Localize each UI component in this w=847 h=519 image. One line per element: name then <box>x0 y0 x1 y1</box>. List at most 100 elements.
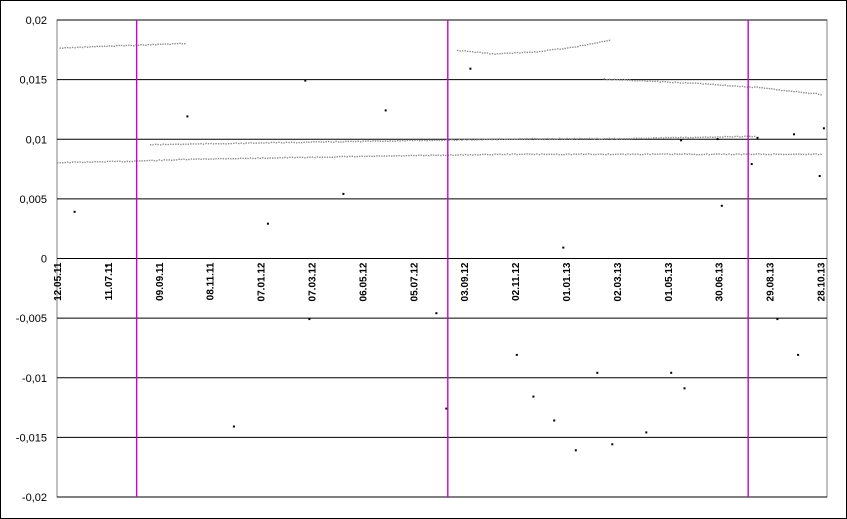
data-point <box>267 157 269 159</box>
data-point <box>471 51 474 53</box>
data-point <box>398 154 400 157</box>
data-point <box>140 44 142 46</box>
x-tick-label: 28.10.13 <box>817 262 828 301</box>
data-point <box>667 81 669 83</box>
data-point <box>731 136 734 138</box>
data-point <box>441 139 443 142</box>
y-tick-label: 0,02 <box>26 15 47 27</box>
data-point <box>793 91 795 93</box>
data-point <box>334 156 336 158</box>
data-point <box>734 135 736 138</box>
data-point <box>820 94 822 96</box>
data-point <box>451 139 453 141</box>
data-point <box>496 53 499 55</box>
data-point <box>288 141 290 144</box>
data-point <box>382 140 384 143</box>
data-point <box>640 137 643 139</box>
data-point <box>335 140 337 143</box>
data-point <box>802 153 805 156</box>
data-point <box>286 157 289 159</box>
data-point <box>610 153 612 156</box>
data-point <box>808 92 810 95</box>
data-point <box>262 157 264 159</box>
data-point <box>699 136 702 139</box>
data-point <box>461 139 463 141</box>
data-point <box>680 139 683 142</box>
data-point <box>176 43 179 45</box>
data-point <box>726 136 729 138</box>
data-point <box>652 153 654 155</box>
data-point <box>648 137 650 139</box>
data-point <box>553 419 556 422</box>
data-point <box>476 139 478 141</box>
data-point <box>788 90 790 92</box>
data-point <box>675 136 677 139</box>
data-point <box>773 88 776 90</box>
data-point <box>750 153 753 156</box>
data-point <box>634 153 637 155</box>
data-point <box>474 51 476 54</box>
data-point <box>284 156 286 159</box>
data-point <box>131 160 133 163</box>
data-point <box>583 153 585 155</box>
data-point <box>744 86 746 88</box>
data-point <box>147 43 149 46</box>
x-tick-label: 30.06.13 <box>715 262 726 301</box>
data-point <box>607 153 609 155</box>
scatter-chart: 0,02 0,015 0,01 0,005 0 -0,005 -0,01 -0,015 -0,0… <box>16 15 828 504</box>
data-point <box>300 142 303 144</box>
data-point <box>225 158 227 160</box>
data-point <box>106 264 108 267</box>
data-point <box>569 138 571 140</box>
data-point <box>707 136 709 139</box>
data-point <box>111 160 114 162</box>
data-point <box>736 135 739 137</box>
data-point <box>741 136 744 138</box>
data-point <box>608 137 611 140</box>
data-point <box>395 155 398 157</box>
data-point <box>210 158 212 160</box>
data-point <box>227 157 229 160</box>
data-point <box>336 156 338 158</box>
data-point <box>546 137 548 140</box>
data-point <box>624 153 627 156</box>
data-point <box>69 47 71 49</box>
data-point <box>415 154 417 157</box>
data-point <box>724 84 726 86</box>
data-point <box>810 92 812 95</box>
data-point <box>714 136 716 138</box>
data-point <box>733 153 735 156</box>
data-point <box>394 140 396 142</box>
data-point <box>532 395 535 398</box>
data-point <box>313 141 315 143</box>
data-point <box>662 137 665 139</box>
y-tick-label: 0,015 <box>19 75 47 87</box>
data-point <box>237 157 239 160</box>
data-point <box>800 153 802 155</box>
data-point <box>273 141 275 144</box>
data-point <box>169 43 171 46</box>
data-point <box>629 79 631 81</box>
data-point <box>768 87 771 90</box>
data-point <box>171 43 174 45</box>
data-point <box>669 153 671 156</box>
data-point <box>331 156 333 158</box>
data-point <box>205 158 207 160</box>
data-point <box>526 51 528 54</box>
data-point <box>744 135 746 137</box>
data-point <box>576 138 578 140</box>
data-point <box>603 138 606 140</box>
data-point <box>569 46 572 49</box>
data-point <box>817 93 820 96</box>
data-point <box>121 161 124 163</box>
data-point <box>773 153 775 155</box>
data-point <box>133 45 135 47</box>
data-point <box>371 155 373 158</box>
data-point <box>360 141 362 143</box>
data-point <box>501 52 504 55</box>
data-point <box>711 153 713 156</box>
data-point <box>489 53 491 55</box>
data-point <box>190 143 192 145</box>
data-point <box>118 44 120 47</box>
data-point <box>556 48 559 50</box>
